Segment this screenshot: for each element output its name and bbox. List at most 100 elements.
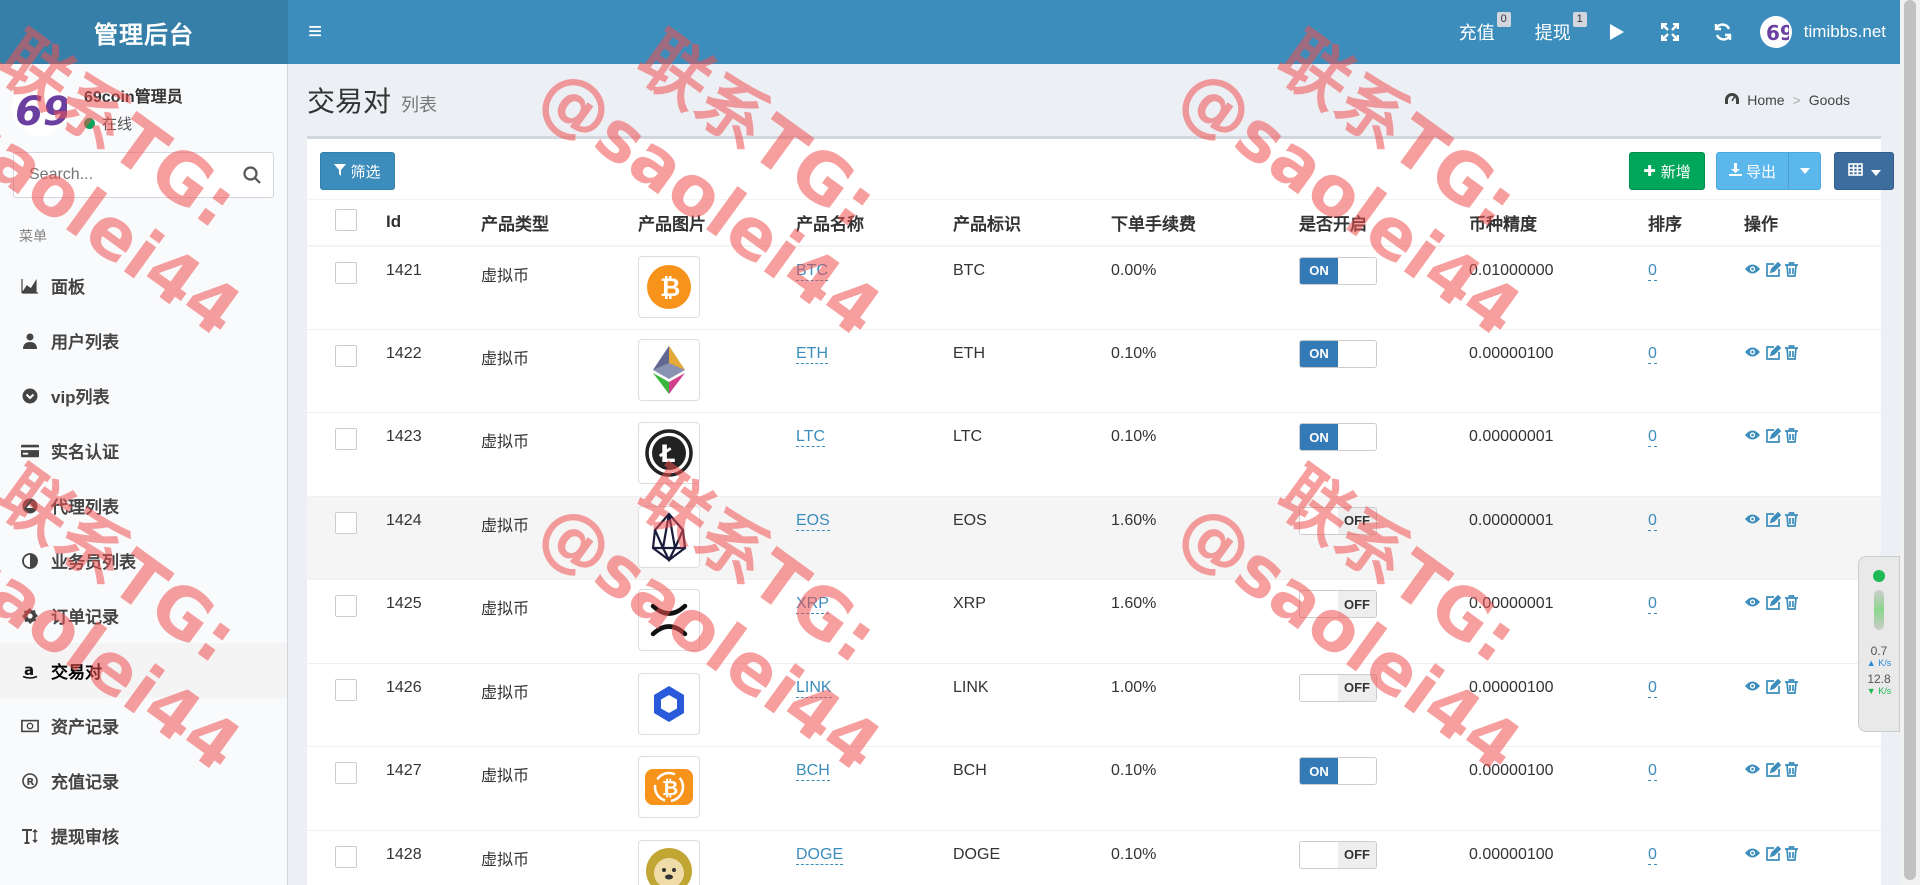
enabled-switch[interactable]: ON — [1299, 757, 1377, 785]
row-checkbox[interactable] — [335, 845, 357, 868]
delete-trash-icon[interactable] — [1785, 762, 1798, 782]
product-name-link[interactable]: XRP — [796, 595, 829, 614]
sidebar-item-8[interactable]: 资产记录 — [0, 698, 287, 753]
edit-icon[interactable] — [1765, 594, 1782, 615]
sidebar-item-7[interactable]: a 交易对 — [0, 643, 287, 698]
product-name-link[interactable]: BCH — [796, 762, 830, 781]
breadcrumb-home[interactable]: Home — [1747, 92, 1784, 108]
btc-logo-icon[interactable]: ₿ — [638, 255, 700, 318]
row-checkbox[interactable] — [335, 762, 357, 784]
view-eye-icon[interactable] — [1744, 679, 1761, 699]
row-checkbox[interactable] — [335, 261, 357, 284]
table-row[interactable]: 1421 虚拟币 ₿ BTC BTC 0.00% ON 0.01000000 0 — [307, 245, 1881, 329]
sidebar-item-3[interactable]: 实名认证 — [0, 423, 287, 478]
delete-trash-icon[interactable] — [1785, 678, 1798, 699]
sidebar-search-input[interactable] — [29, 166, 229, 184]
xrp-logo-icon[interactable] — [638, 589, 700, 651]
row-checkbox[interactable] — [335, 511, 357, 534]
edit-icon[interactable] — [1765, 511, 1782, 532]
eth-logo-icon[interactable] — [638, 338, 700, 401]
sidebar-item-9[interactable]: R 充值记录 — [0, 753, 287, 808]
view-eye-icon[interactable] — [1744, 595, 1761, 615]
columns-toggle-button[interactable] — [1834, 152, 1894, 190]
sort-editable-link[interactable]: 0 — [1648, 762, 1657, 781]
sidebar-item-2[interactable]: vip列表 — [0, 368, 287, 423]
edit-icon[interactable] — [1765, 344, 1782, 365]
user-menu[interactable]: 69 timibbs.net — [1750, 16, 1900, 48]
table-row[interactable]: 1422 虚拟币 ETH ETH 0.10% ON 0.00000100 0 — [307, 328, 1881, 413]
table-row[interactable]: 1423 虚拟币 Ł LTC LTC 0.10% ON 0.00000001 0 — [307, 412, 1881, 496]
sidebar-toggle-icon[interactable]: ≡ — [290, 0, 340, 64]
header-precision[interactable]: 币种精度 — [1469, 199, 1648, 247]
header-symbol[interactable]: 产品标识 — [953, 199, 1111, 247]
edit-icon[interactable] — [1765, 678, 1782, 699]
withdraw-nav-item[interactable]: 提现 1 — [1515, 0, 1591, 64]
sort-editable-link[interactable]: 0 — [1648, 678, 1657, 698]
header-enabled[interactable]: 是否开启 — [1299, 199, 1469, 247]
view-eye-icon[interactable] — [1744, 345, 1761, 365]
header-sort[interactable]: 排序 — [1648, 199, 1744, 247]
ltc-logo-icon[interactable]: Ł — [638, 422, 700, 484]
delete-trash-icon[interactable] — [1785, 595, 1798, 615]
sort-editable-link[interactable]: 0 — [1648, 344, 1657, 364]
product-name-link[interactable]: ETH — [796, 344, 828, 364]
bch-logo-icon[interactable]: ₿ — [638, 756, 700, 818]
fullscreen-icon[interactable] — [1644, 0, 1697, 64]
sort-editable-link[interactable]: 0 — [1648, 511, 1657, 531]
enabled-switch[interactable]: ON — [1299, 256, 1377, 285]
enabled-switch[interactable]: ON — [1299, 423, 1377, 451]
edit-icon[interactable] — [1765, 845, 1782, 866]
enabled-switch[interactable]: ON — [1299, 339, 1377, 368]
delete-trash-icon[interactable] — [1785, 845, 1798, 866]
export-dropdown-caret-icon[interactable] — [1788, 153, 1820, 189]
sort-editable-link[interactable]: 0 — [1648, 428, 1657, 447]
link-logo-icon[interactable] — [638, 672, 700, 735]
product-name-link[interactable]: EOS — [796, 511, 830, 531]
header-fee[interactable]: 下单手续费 — [1111, 199, 1299, 247]
sort-editable-link[interactable]: 0 — [1648, 261, 1657, 281]
delete-trash-icon[interactable] — [1785, 261, 1798, 282]
enabled-switch[interactable]: OFF — [1299, 673, 1377, 702]
enabled-switch[interactable]: OFF — [1299, 506, 1377, 535]
play-icon[interactable] — [1591, 0, 1644, 64]
edit-icon[interactable] — [1765, 261, 1782, 282]
view-eye-icon[interactable] — [1744, 428, 1761, 448]
search-icon[interactable] — [243, 166, 261, 189]
view-eye-icon[interactable] — [1744, 512, 1761, 532]
sort-editable-link[interactable]: 0 — [1648, 595, 1657, 614]
edit-icon[interactable] — [1765, 427, 1782, 448]
row-checkbox[interactable] — [335, 344, 357, 367]
select-all-checkbox[interactable] — [335, 208, 357, 231]
scrollbar-thumb[interactable] — [1904, 0, 1916, 880]
filter-button[interactable]: 筛选 — [320, 152, 395, 190]
product-name-link[interactable]: BTC — [796, 261, 828, 281]
sidebar-item-5[interactable]: 业务员列表 — [0, 533, 287, 588]
table-row[interactable]: 1425 虚拟币 XRP XRP 1.60% OFF 0.00000001 0 — [307, 579, 1881, 663]
view-eye-icon[interactable] — [1744, 846, 1761, 866]
refresh-icon[interactable] — [1697, 0, 1750, 64]
eos-logo-icon[interactable] — [638, 505, 700, 568]
delete-trash-icon[interactable] — [1785, 344, 1798, 365]
row-checkbox[interactable] — [335, 428, 357, 450]
delete-trash-icon[interactable] — [1785, 428, 1798, 448]
sidebar-item-4[interactable]: 代理列表 — [0, 478, 287, 533]
row-checkbox[interactable] — [335, 595, 357, 617]
product-name-link[interactable]: DOGE — [796, 845, 844, 865]
delete-trash-icon[interactable] — [1785, 511, 1798, 532]
sidebar-item-1[interactable]: 用户列表 — [0, 313, 287, 368]
recharge-nav-item[interactable]: 充值 0 — [1439, 0, 1515, 64]
sort-editable-link[interactable]: 0 — [1648, 845, 1657, 865]
table-row[interactable]: 1424 虚拟币 EOS EOS 1.60% OFF 0.00000001 0 — [307, 495, 1881, 580]
export-button[interactable]: 导出 — [1716, 152, 1821, 190]
header-id[interactable]: Id — [386, 199, 481, 247]
header-type[interactable]: 产品类型 — [481, 199, 638, 247]
view-eye-icon[interactable] — [1744, 262, 1761, 282]
product-name-link[interactable]: LINK — [796, 678, 832, 698]
page-scrollbar[interactable] — [1900, 0, 1920, 885]
view-eye-icon[interactable] — [1744, 762, 1761, 782]
doge-logo-icon[interactable] — [638, 839, 700, 885]
table-row[interactable]: 1428 虚拟币 DOGE DOGE 0.10% OFF 0.00000100 0 — [307, 829, 1881, 885]
enabled-switch[interactable]: OFF — [1299, 840, 1377, 869]
network-speed-widget[interactable]: 0.7 ▲ K/s 12.8 ▼ K/s — [1858, 556, 1900, 732]
enabled-switch[interactable]: OFF — [1299, 590, 1377, 618]
